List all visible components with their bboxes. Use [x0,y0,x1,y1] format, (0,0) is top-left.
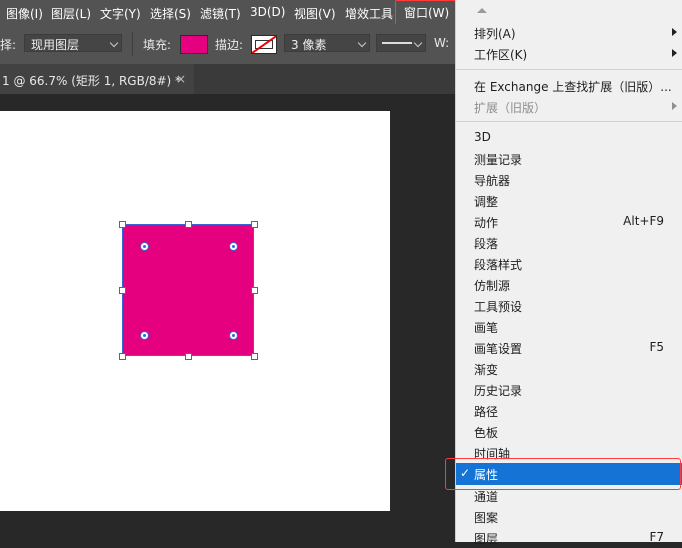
document-tab-bar: 1 @ 66.7% (矩形 1, RGB/8#) * × [0,64,460,94]
menu-item-label: 画笔设置 [474,342,523,356]
menu-item-gradients[interactable]: 渐变 [456,358,682,379]
corner-radius-handle[interactable] [229,242,238,251]
menu-3d[interactable]: 3D(D) [250,5,285,19]
menu-item-brushes[interactable]: 画笔 [456,316,682,337]
line-style-icon [382,42,412,44]
stroke-style-dropdown[interactable] [376,34,426,52]
menu-item-label: 画笔 [474,321,499,335]
divider [132,32,133,56]
menu-item-label: 导航器 [474,174,511,188]
menu-item-swatches[interactable]: 色板 [456,421,682,442]
menu-item-shortcut: F5 [649,340,664,354]
menu-item-paths[interactable]: 路径 [456,400,682,421]
chevron-down-icon [109,38,119,48]
transform-handle[interactable] [119,221,126,228]
menu-item-paragraph[interactable]: 段落 [456,232,682,253]
fill-color-swatch[interactable] [180,35,208,54]
transform-handle[interactable] [185,221,192,228]
menu-item-label: 色板 [474,426,499,440]
transform-handle[interactable] [251,221,258,228]
menu-item-workspace[interactable]: 工作区(K) [456,43,682,64]
menu-item-paragraph-styles[interactable]: 段落样式 [456,253,682,274]
submenu-arrow-icon [672,49,677,57]
menu-item-label: 段落 [474,237,499,251]
menu-type[interactable]: 文字(Y) [100,5,141,22]
menu-item-shortcut: Alt+F9 [623,214,664,228]
menu-item-label: 通道 [474,490,499,504]
menu-item-actions[interactable]: 动作 Alt+F9 [456,211,682,232]
menu-item-patterns[interactable]: 图案 [456,506,682,527]
menu-item-label: 工作区(K) [474,48,528,62]
corner-radius-handle[interactable] [140,331,149,340]
menu-item-label: 渐变 [474,363,499,377]
layer-select-dropdown[interactable]: 现用图层 [24,34,122,52]
stroke-label: 描边: [215,38,244,52]
menu-item-label: 路径 [474,405,499,419]
submenu-arrow-icon [672,28,677,36]
menu-item-label: 图层 [474,532,499,546]
scroll-up-icon[interactable] [477,8,487,13]
menu-item-label: 仿制源 [474,279,511,293]
select-label: 择: [0,38,17,52]
fill-label: 填充: [143,38,172,52]
layer-select-value: 现用图层 [31,38,80,52]
menu-item-label: 图案 [474,511,499,525]
stroke-width-value: 3 像素 [291,38,327,52]
window-menu-callout [395,0,460,26]
menu-item-label: 在 Exchange 上查找扩展（旧版）... [474,80,672,94]
menu-item-find-extensions[interactable]: 在 Exchange 上查找扩展（旧版）... [456,75,682,96]
menu-item-label: 动作 [474,216,499,230]
menu-view[interactable]: 视图(V) [294,5,336,22]
menu-item-history[interactable]: 历史记录 [456,379,682,400]
width-label: W: [434,36,450,50]
menu-item-clone-source[interactable]: 仿制源 [456,274,682,295]
menu-item-label: 测量记录 [474,153,523,167]
transform-handle[interactable] [251,287,258,294]
menu-item-label: 3D [474,130,491,144]
menu-plugins[interactable]: 增效工具 [345,5,393,22]
menu-item-3d[interactable]: 3D [456,127,682,148]
menu-item-label: 段落样式 [474,258,523,272]
menu-layer[interactable]: 图层(L) [51,5,91,22]
properties-callout [445,458,681,490]
menu-item-navigator[interactable]: 导航器 [456,169,682,190]
menu-item-adjustments[interactable]: 调整 [456,190,682,211]
transform-handle[interactable] [119,353,126,360]
menu-item-brush-settings[interactable]: 画笔设置 F5 [456,337,682,358]
transform-handle[interactable] [185,353,192,360]
transform-handle[interactable] [251,353,258,360]
menu-item-arrange[interactable]: 排列(A) [456,22,682,43]
corner-radius-handle[interactable] [229,331,238,340]
document-tab[interactable]: 1 @ 66.7% (矩形 1, RGB/8#) * × [0,64,194,94]
menu-item-layers[interactable]: 图层 F7 [456,527,682,548]
menu-item-label: 排列(A) [474,27,516,41]
menu-item-label: 调整 [474,195,499,209]
menu-item-label: 历史记录 [474,384,523,398]
stroke-width-field[interactable]: 3 像素 [284,34,370,52]
menu-select[interactable]: 选择(S) [150,5,191,22]
corner-radius-handle[interactable] [140,242,149,251]
transform-handle[interactable] [119,287,126,294]
menu-item-tool-presets[interactable]: 工具预设 [456,295,682,316]
chevron-down-icon [413,38,423,48]
close-icon[interactable]: × [176,72,186,86]
submenu-arrow-icon [672,102,677,110]
menu-divider [456,121,682,122]
menu-item-measurement-log[interactable]: 测量记录 [456,148,682,169]
menu-item-extensions: 扩展（旧版） [456,96,682,117]
chevron-down-icon [357,38,367,48]
menu-divider [456,69,682,70]
document-tab-title: 1 @ 66.7% (矩形 1, RGB/8#) * [2,74,182,88]
menu-item-label: 扩展（旧版） [474,101,547,115]
menu-item-label: 工具预设 [474,300,523,314]
stroke-none-swatch[interactable] [251,35,277,54]
menu-image[interactable]: 图像(I) [6,5,43,22]
menu-filter[interactable]: 滤镜(T) [200,5,241,22]
